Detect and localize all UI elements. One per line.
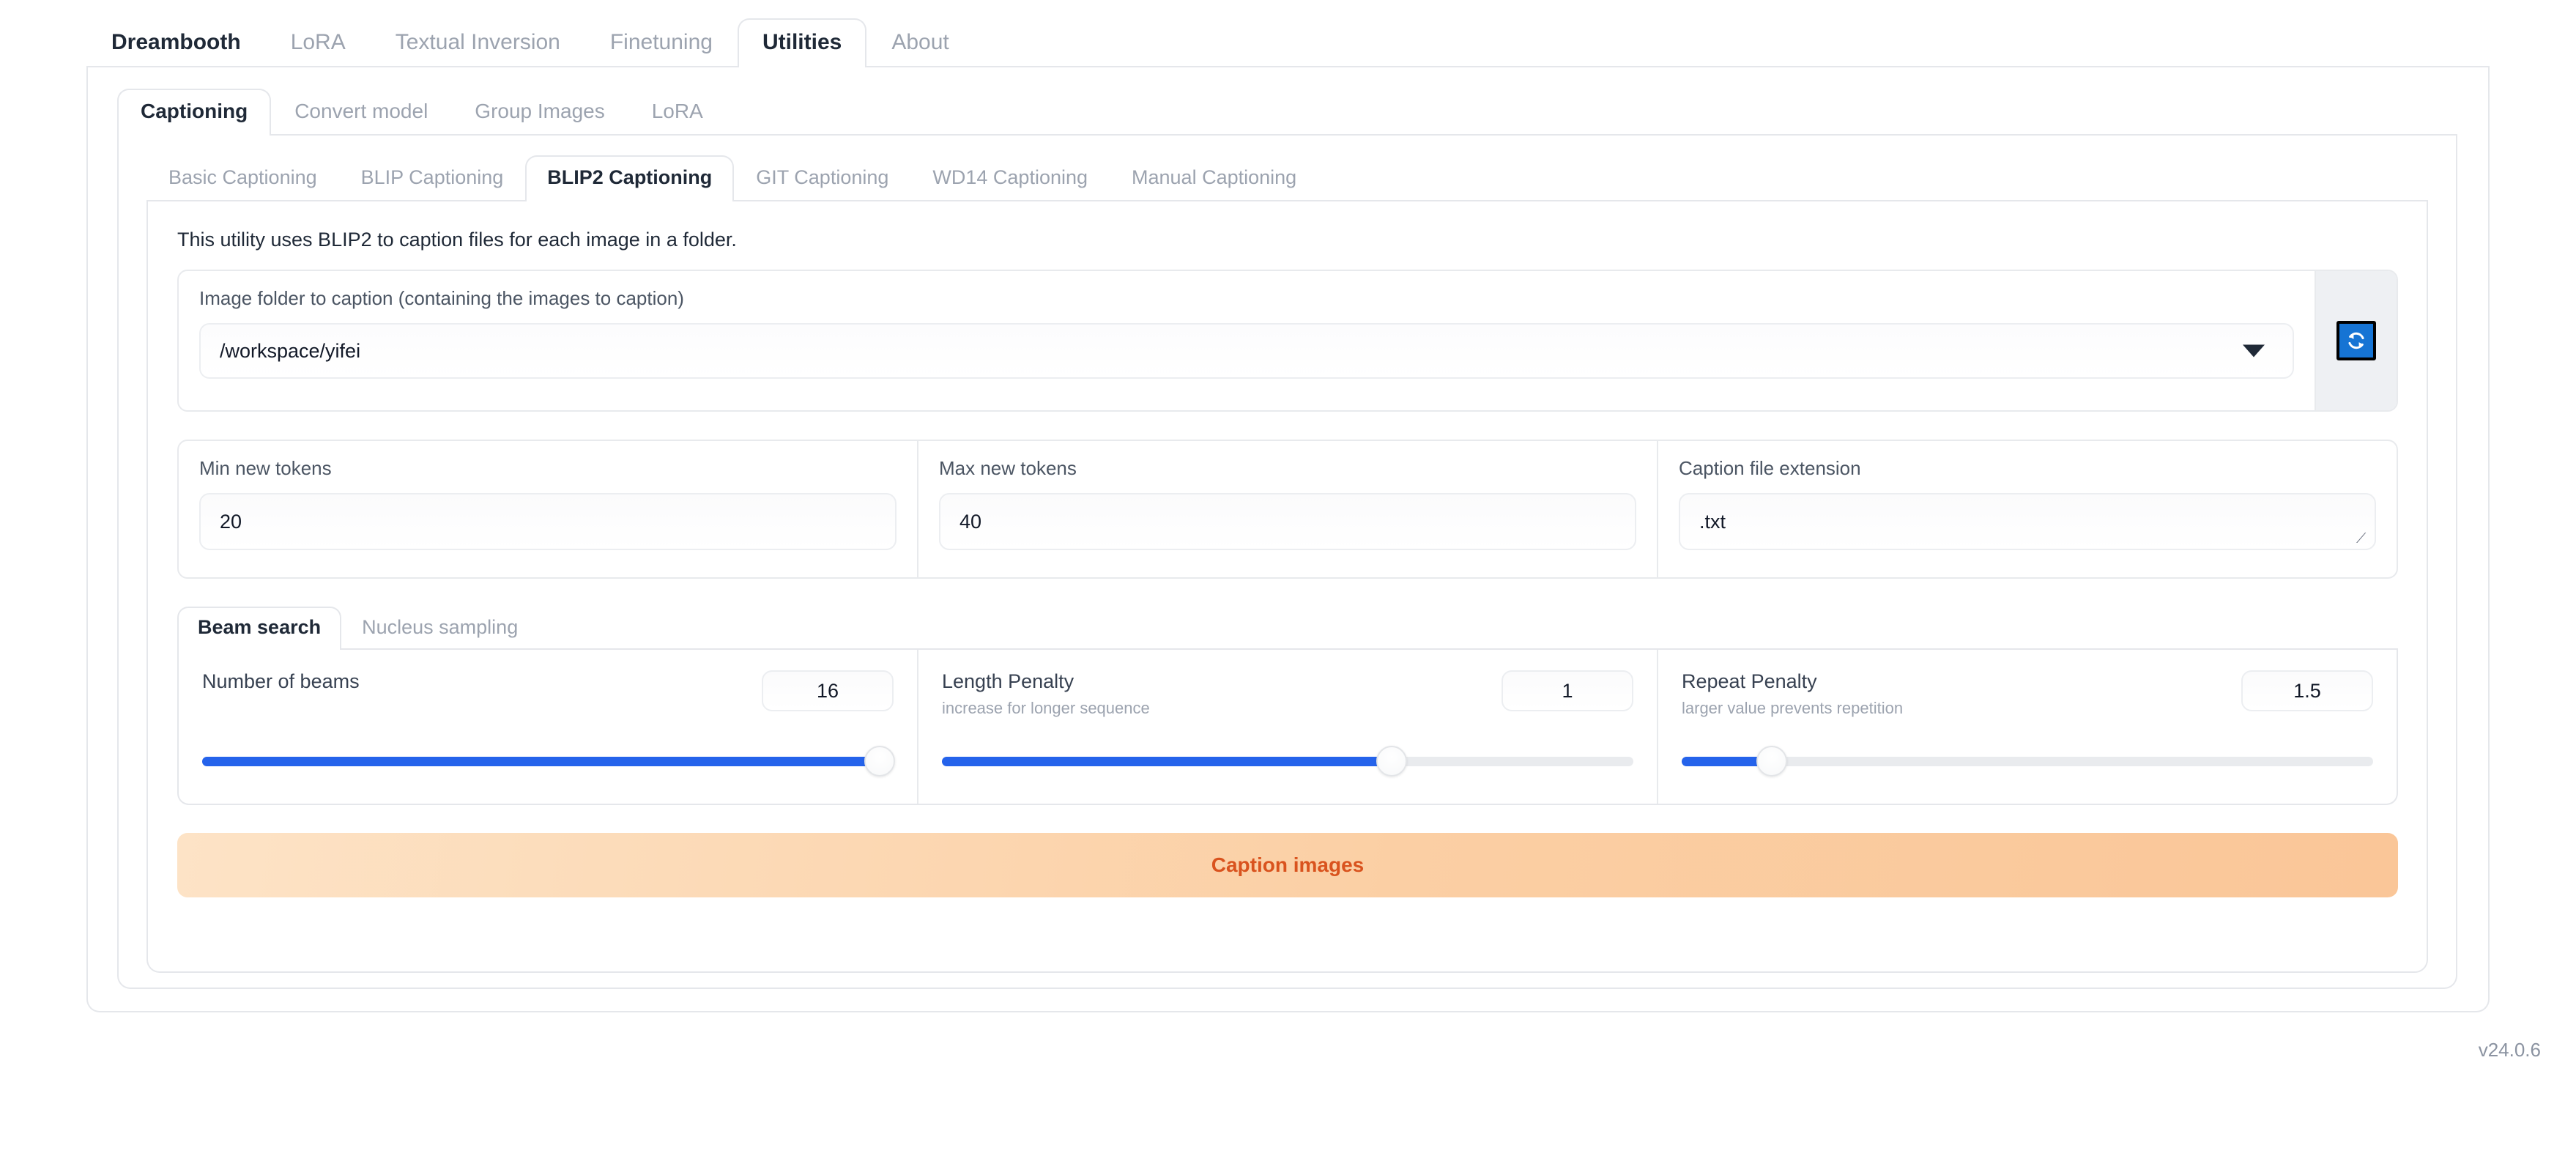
refresh-cell	[2315, 271, 2397, 410]
caption-file-extension-value: .txt	[1699, 510, 1726, 533]
chevron-down-icon	[2243, 344, 2265, 357]
sampling-method-tabbar: Beam search Nucleus sampling	[177, 604, 2398, 650]
number-of-beams-title: Number of beams	[202, 670, 360, 692]
length-penalty-header: Length Penalty increase for longer seque…	[942, 670, 1633, 718]
repeat-penalty-labels: Repeat Penalty larger value prevents rep…	[1682, 670, 1903, 718]
utility-description: This utility uses BLIP2 to caption files…	[177, 229, 737, 251]
length-penalty-cell: Length Penalty increase for longer seque…	[918, 650, 1658, 804]
tab-blip-captioning[interactable]: BLIP Captioning	[339, 155, 526, 200]
length-penalty-fill	[942, 756, 1392, 766]
image-folder-label: Image folder to caption (containing the …	[199, 287, 684, 309]
tab-group-images[interactable]: Group Images	[451, 89, 628, 134]
tab-lora-utilities[interactable]: LoRA	[628, 89, 727, 134]
captioning-tabbar: Basic Captioning BLIP Captioning BLIP2 C…	[146, 152, 2428, 201]
repeat-penalty-slider[interactable]	[1682, 746, 2373, 777]
tab-textual-inversion[interactable]: Textual Inversion	[371, 18, 585, 66]
number-of-beams-value: 16	[816, 679, 839, 702]
length-penalty-thumb[interactable]	[1376, 746, 1407, 777]
length-penalty-slider[interactable]	[942, 746, 1633, 777]
caption-file-extension-input[interactable]: .txt ⟋	[1679, 493, 2376, 550]
tab-manual-captioning[interactable]: Manual Captioning	[1110, 155, 1318, 200]
tab-dreambooth[interactable]: Dreambooth	[86, 18, 266, 66]
image-folder-group: Image folder to caption (containing the …	[177, 270, 2398, 412]
utilities-panel: Captioning Convert model Group Images Lo…	[86, 67, 2490, 1012]
repeat-penalty-hint: larger value prevents repetition	[1682, 699, 1904, 717]
repeat-penalty-header: Repeat Penalty larger value prevents rep…	[1682, 670, 2373, 718]
tab-about[interactable]: About	[866, 18, 973, 66]
image-folder-value: /workspace/yifei	[220, 339, 361, 362]
caption-file-extension-cell: Caption file extension .txt ⟋	[1658, 441, 2397, 577]
blip2-captioning-form: This utility uses BLIP2 to caption files…	[146, 201, 2428, 973]
tab-git-captioning[interactable]: GIT Captioning	[734, 155, 910, 200]
tab-nucleus-sampling[interactable]: Nucleus sampling	[341, 607, 538, 648]
application-root: Dreambooth LoRA Textual Inversion Finetu…	[0, 0, 2576, 1156]
max-new-tokens-label: Max new tokens	[939, 457, 1077, 479]
tab-lora[interactable]: LoRA	[266, 18, 371, 66]
captioning-panel: Basic Captioning BLIP Captioning BLIP2 C…	[117, 136, 2457, 989]
tab-convert-model[interactable]: Convert model	[271, 89, 451, 134]
repeat-penalty-title: Repeat Penalty	[1682, 670, 1817, 692]
refresh-button[interactable]	[2336, 321, 2376, 360]
number-of-beams-labels: Number of beams	[202, 670, 360, 693]
number-of-beams-rail	[202, 746, 896, 777]
beam-search-settings: Number of beams 16 Length Penalty increa…	[177, 650, 2398, 805]
tab-finetuning[interactable]: Finetuning	[585, 18, 738, 66]
repeat-penalty-rail	[1682, 746, 2373, 777]
tab-beam-search[interactable]: Beam search	[177, 607, 342, 650]
tab-wd14-captioning[interactable]: WD14 Captioning	[910, 155, 1110, 200]
token-settings-row: Min new tokens 20 Max new tokens 40 Capt…	[177, 440, 2398, 579]
min-new-tokens-value: 20	[220, 510, 242, 533]
caption-images-button[interactable]: Caption images	[177, 833, 2398, 897]
repeat-penalty-value: 1.5	[2293, 679, 2321, 702]
number-of-beams-cell: Number of beams 16	[179, 650, 918, 804]
max-new-tokens-cell: Max new tokens 40	[918, 441, 1658, 577]
number-of-beams-slider[interactable]	[202, 746, 896, 777]
caption-file-extension-label: Caption file extension	[1679, 457, 1861, 479]
repeat-penalty-cell: Repeat Penalty larger value prevents rep…	[1658, 650, 2397, 804]
version-label: v24.0.6	[2478, 1039, 2541, 1061]
number-of-beams-numberbox[interactable]: 16	[762, 670, 894, 711]
length-penalty-title: Length Penalty	[942, 670, 1074, 692]
length-penalty-labels: Length Penalty increase for longer seque…	[942, 670, 1150, 718]
tab-basic-captioning[interactable]: Basic Captioning	[146, 155, 339, 200]
secondary-tabbar: Captioning Convert model Group Images Lo…	[117, 86, 2457, 136]
tab-captioning[interactable]: Captioning	[117, 89, 272, 136]
max-new-tokens-value: 40	[959, 510, 982, 533]
primary-tabbar: Dreambooth LoRA Textual Inversion Finetu…	[86, 16, 2490, 67]
tab-utilities[interactable]: Utilities	[737, 18, 867, 67]
image-folder-dropdown[interactable]: /workspace/yifei	[199, 323, 2294, 379]
min-new-tokens-label: Min new tokens	[199, 457, 332, 479]
tab-blip2-captioning[interactable]: BLIP2 Captioning	[525, 155, 735, 201]
repeat-penalty-numberbox[interactable]: 1.5	[2241, 670, 2373, 711]
repeat-penalty-thumb[interactable]	[1756, 746, 1787, 777]
refresh-icon	[2348, 332, 2364, 349]
length-penalty-rail	[942, 746, 1633, 777]
resize-handle-icon[interactable]: ⟋	[2356, 532, 2369, 546]
number-of-beams-thumb[interactable]	[864, 746, 896, 777]
image-folder-field: Image folder to caption (containing the …	[179, 271, 2315, 410]
max-new-tokens-input[interactable]: 40	[939, 493, 1636, 550]
length-penalty-value: 1	[1562, 679, 1573, 702]
min-new-tokens-input[interactable]: 20	[199, 493, 897, 550]
length-penalty-hint: increase for longer sequence	[942, 699, 1150, 717]
min-new-tokens-cell: Min new tokens 20	[179, 441, 918, 577]
number-of-beams-header: Number of beams 16	[202, 670, 894, 711]
number-of-beams-fill	[202, 756, 880, 766]
length-penalty-numberbox[interactable]: 1	[1502, 670, 1633, 711]
